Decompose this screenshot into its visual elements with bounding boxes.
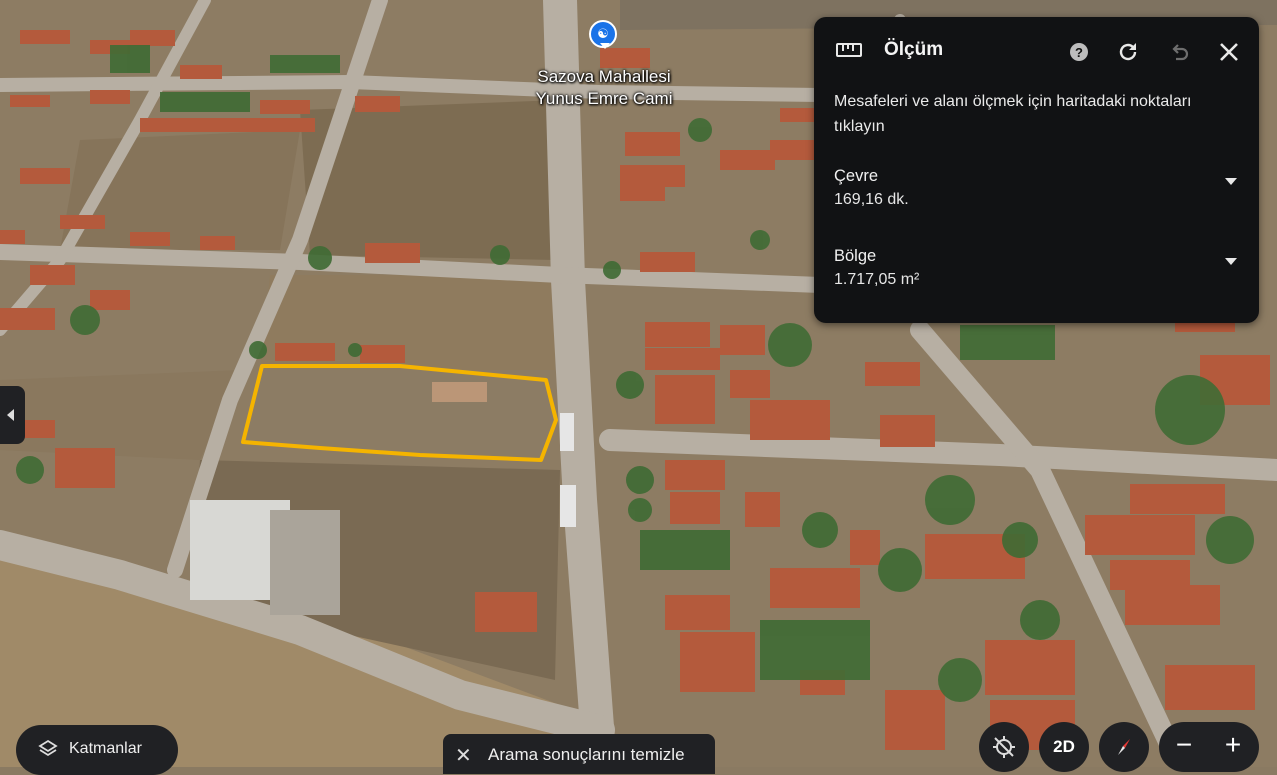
refresh-icon xyxy=(1119,43,1137,61)
area-unit-dropdown[interactable] xyxy=(1225,258,1237,265)
measure-instructions: Mesafeleri ve alanı ölçmek için haritada… xyxy=(834,93,1192,135)
perimeter-label: Çevre xyxy=(834,167,879,185)
zoom-control: − + xyxy=(1159,722,1259,772)
clear-search-results-label: Arama sonuçlarını temizle xyxy=(488,745,685,764)
compass-button[interactable] xyxy=(1099,722,1149,772)
help-button[interactable]: ? xyxy=(1064,37,1094,67)
refresh-button[interactable] xyxy=(1113,37,1143,67)
collapse-side-panel-button[interactable] xyxy=(0,386,25,444)
ruler-icon xyxy=(836,43,862,57)
area-label: Bölge xyxy=(834,247,877,265)
perimeter-unit-dropdown[interactable] xyxy=(1225,178,1237,185)
close-icon xyxy=(1220,43,1238,61)
area-row[interactable]: Bölge 1.717,05 m² xyxy=(834,244,1237,292)
measure-panel: Ölçüm ? Mesafeleri ve alanı ölçmek için … xyxy=(814,17,1259,323)
undo-icon xyxy=(1172,44,1189,61)
close-icon: ✕ xyxy=(455,745,472,767)
help-icon: ? xyxy=(1070,43,1088,61)
poi-name-line1: Sazova Mahallesi xyxy=(537,67,671,86)
layers-label: Katmanlar xyxy=(69,740,142,757)
location-off-icon xyxy=(993,736,1015,758)
close-button[interactable] xyxy=(1214,37,1244,67)
mosque-pin-icon[interactable]: ☯ xyxy=(589,20,617,49)
zoom-in-button[interactable]: + xyxy=(1213,729,1253,761)
measured-area-polygon xyxy=(241,364,558,462)
zoom-out-button[interactable]: − xyxy=(1164,729,1204,761)
poi-name-line2: Yunus Emre Cami xyxy=(535,89,673,108)
panel-title: Ölçüm xyxy=(884,39,944,60)
undo-button[interactable] xyxy=(1164,37,1194,67)
layers-button[interactable]: Katmanlar xyxy=(16,725,178,775)
perimeter-row[interactable]: Çevre 169,16 dk. xyxy=(834,164,1237,212)
perimeter-value: 169,16 dk. xyxy=(834,191,909,208)
area-value: 1.717,05 m² xyxy=(834,271,920,288)
compass-icon xyxy=(1118,739,1130,755)
clear-search-results-button[interactable]: ✕ Arama sonuçlarını temizle xyxy=(443,734,715,774)
measure-panel-header: Ölçüm ? xyxy=(814,31,1259,75)
layers-icon xyxy=(38,739,58,757)
poi-label[interactable]: Sazova Mahallesi Yunus Emre Cami xyxy=(512,66,696,110)
location-button[interactable] xyxy=(979,722,1029,772)
view-mode-2d-button[interactable]: 2D xyxy=(1039,722,1089,772)
